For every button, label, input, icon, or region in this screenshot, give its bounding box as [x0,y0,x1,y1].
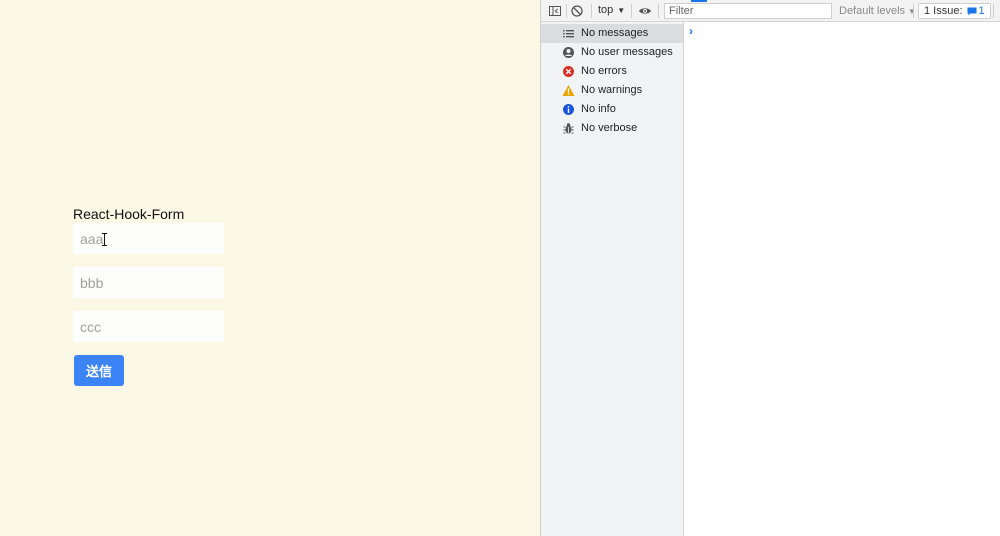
submit-button[interactable]: 送信 [74,355,124,386]
field-aaa[interactable] [73,223,224,254]
issues-button[interactable]: 1 Issue: 1 [918,3,991,19]
sidebar-item-label: No errors [581,65,627,77]
active-tab-indicator [691,0,707,2]
sidebar-item-user-messages[interactable]: No user messages [541,43,683,62]
info-icon [563,104,574,115]
eye-icon[interactable] [638,4,652,18]
form-title: React-Hook-Form [73,206,185,222]
sidebar-item-warnings[interactable]: No warnings [541,81,683,100]
sidebar-item-label: No messages [581,27,649,39]
console-sidebar: No messages No user messages No errors N… [541,22,684,536]
message-icon [967,7,977,15]
toolbar-separator [993,4,994,18]
sidebar-toggle-icon[interactable] [548,4,562,18]
toolbar-separator [631,4,632,18]
console-toolbar: top▼ Default levels▼ 1 Issue: 1 [541,0,1000,22]
dropdown-caret-icon: ▼ [617,6,626,15]
issues-count: 1 [978,5,985,17]
sidebar-item-messages[interactable]: No messages [541,24,683,43]
dropdown-caret-icon: ▼ [908,7,916,16]
warning-icon [562,85,575,96]
levels-label: Default levels [839,5,906,17]
sidebar-item-label: No verbose [581,122,638,134]
issues-label: 1 Issue: [924,5,963,17]
sidebar-item-info[interactable]: No info [541,100,683,119]
issues-badge: 1 [967,4,985,18]
console-output[interactable]: › [684,22,1000,536]
field-bbb[interactable] [73,267,224,298]
error-icon [563,66,574,77]
sidebar-item-label: No info [581,103,616,115]
console-prompt-icon[interactable]: › [689,24,693,38]
context-label: top [598,4,614,16]
context-selector[interactable]: top ▼ [598,4,625,16]
sidebar-item-label: No user messages [581,46,673,58]
devtools-panel: top▼ Default levels▼ 1 Issue: 1 [540,0,1000,536]
bug-icon [563,123,574,134]
sidebar-item-verbose[interactable]: No verbose [541,119,683,138]
field-ccc[interactable] [73,311,224,342]
filter-input[interactable] [664,3,832,19]
sidebar-item-label: No warnings [581,84,643,96]
text-cursor-icon [102,233,107,246]
toolbar-separator [566,4,567,18]
toolbar-separator [658,4,659,18]
clear-console-icon[interactable] [570,4,584,18]
sidebar-item-errors[interactable]: No errors [541,62,683,81]
list-icon [563,30,574,38]
app-pane: React-Hook-Form 送信 [0,0,540,536]
log-levels-dropdown[interactable]: Default levels ▼ [839,5,916,17]
toolbar-separator [591,4,592,18]
toolbar-separator [913,4,914,18]
user-icon [563,47,574,58]
